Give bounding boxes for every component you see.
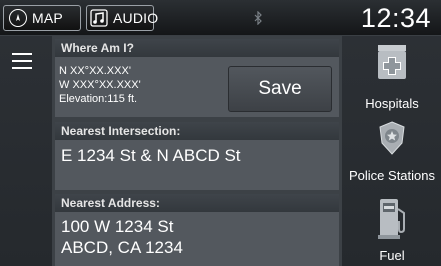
fuel-button[interactable]: Fuel — [343, 192, 441, 266]
elevation: Elevation:115 ft. — [59, 93, 138, 105]
map-tab[interactable]: MAP — [3, 5, 81, 31]
bluetooth-icon — [254, 10, 262, 26]
latitude: N XX°XX.XXX' — [59, 65, 131, 77]
fuel-pump-icon — [375, 197, 409, 246]
fuel-label: Fuel — [379, 248, 405, 263]
police-stations-label: Police Stations — [349, 168, 435, 183]
nearest-intersection-header: Nearest Intersection: — [55, 122, 339, 140]
compass-icon — [9, 9, 27, 27]
nearest-address-line2: ABCD, CA 1234 — [61, 238, 183, 257]
police-badge-icon — [377, 121, 407, 160]
nearest-address-line1: 100 W 1234 St — [61, 217, 174, 236]
save-button[interactable]: Save — [228, 66, 332, 112]
nearest-intersection-value: E 1234 St & N ABCD St — [61, 146, 241, 165]
main-area: Where Am I? N XX°XX.XXX' W XXX°XX.XXX' E… — [0, 36, 441, 266]
status-bar: MAP AUDIO 12:34 — [0, 0, 441, 36]
audio-tab-label: AUDIO — [113, 10, 159, 26]
hospitals-button[interactable]: Hospitals — [343, 36, 441, 114]
clock: 12:34 — [360, 3, 431, 33]
police-stations-button[interactable]: Police Stations — [343, 116, 441, 188]
coordinates: N XX°XX.XXX' W XXX°XX.XXX' Elevation:115… — [59, 64, 141, 106]
map-tab-label: MAP — [32, 10, 63, 26]
nearest-address-header: Nearest Address: — [55, 194, 339, 212]
where-am-i-header: Where Am I? — [55, 39, 339, 57]
hospitals-label: Hospitals — [365, 96, 419, 111]
longitude: W XXX°XX.XXX' — [59, 79, 141, 91]
music-note-icon — [90, 8, 108, 28]
menu-icon[interactable] — [12, 53, 32, 69]
audio-tab[interactable]: AUDIO — [86, 5, 158, 31]
hospital-icon — [372, 41, 412, 86]
